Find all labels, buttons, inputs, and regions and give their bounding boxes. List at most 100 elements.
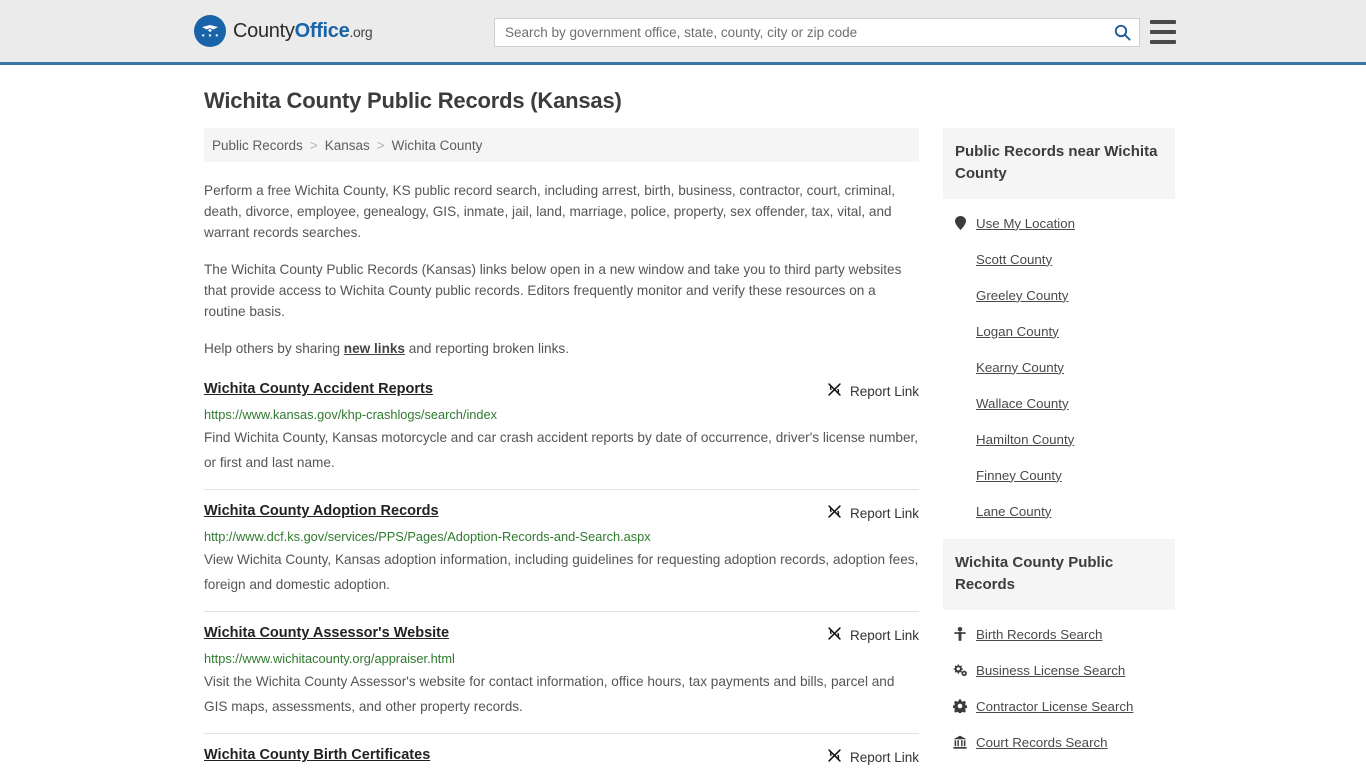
records-search-item[interactable]: Business License Search bbox=[953, 652, 1175, 688]
records-search-link[interactable]: Contractor License Search bbox=[976, 699, 1133, 714]
nearby-county-link[interactable]: Wallace County bbox=[976, 396, 1069, 411]
nearby-county-link[interactable]: Use My Location bbox=[976, 216, 1075, 231]
breadcrumb-separator: > bbox=[309, 137, 318, 153]
nearby-county-item[interactable]: Lane County bbox=[953, 493, 1175, 529]
result-header: Wichita County Birth Certificates Report … bbox=[204, 747, 919, 766]
gear-icon bbox=[953, 699, 967, 713]
result-title-link[interactable]: Wichita County Adoption Records bbox=[204, 503, 439, 519]
site-header: CountyOffice.org bbox=[0, 0, 1366, 65]
nearby-county-link[interactable]: Hamilton County bbox=[976, 432, 1074, 447]
report-link-button[interactable]: Report Link bbox=[827, 503, 919, 522]
result-description: View Wichita County, Kansas adoption inf… bbox=[204, 552, 919, 592]
breadcrumb-item-public-records[interactable]: Public Records bbox=[212, 138, 303, 153]
nearby-county-item[interactable]: Kearny County bbox=[953, 349, 1175, 385]
nearby-county-item[interactable]: Hamilton County bbox=[953, 421, 1175, 457]
search-icon bbox=[1114, 24, 1131, 41]
nearby-county-item[interactable]: Finney County bbox=[953, 457, 1175, 493]
records-panel-heading: Wichita County Public Records bbox=[943, 539, 1175, 610]
breadcrumb: Public Records > Kansas > Wichita County bbox=[204, 128, 919, 162]
result-title-link[interactable]: Wichita County Birth Certificates bbox=[204, 747, 430, 763]
broken-link-icon bbox=[827, 504, 842, 522]
report-link-button[interactable]: Report Link bbox=[827, 381, 919, 400]
result-header: Wichita County Accident Reports Report Li… bbox=[204, 381, 919, 400]
records-search-item[interactable]: Contractor License Search bbox=[953, 688, 1175, 724]
intro-paragraph-1: Perform a free Wichita County, KS public… bbox=[204, 183, 896, 240]
records-search-link[interactable]: Court Records Search bbox=[976, 735, 1108, 750]
nearby-county-item[interactable]: Scott County bbox=[953, 241, 1175, 277]
logo-wordmark: CountyOffice.org bbox=[233, 19, 373, 43]
result-item: Wichita County Accident Reports Report Li… bbox=[204, 381, 919, 489]
broken-link-icon bbox=[827, 748, 842, 766]
report-link-button[interactable]: Report Link bbox=[827, 747, 919, 766]
cogs-icon bbox=[953, 663, 967, 677]
result-url[interactable]: http://www.dcf.ks.gov/services/PPS/Pages… bbox=[204, 529, 919, 544]
records-search-item[interactable]: Court Records Search bbox=[953, 724, 1175, 760]
intro-paragraph-3: Help others by sharing new links and rep… bbox=[204, 338, 919, 359]
nearby-county-list: Use My Location Scott County Greeley Count… bbox=[943, 199, 1175, 529]
nearby-county-link[interactable]: Greeley County bbox=[976, 288, 1068, 303]
nearby-county-item[interactable]: Greeley County bbox=[953, 277, 1175, 313]
site-logo[interactable]: CountyOffice.org bbox=[194, 15, 373, 47]
nearby-county-link[interactable]: Kearny County bbox=[976, 360, 1064, 375]
report-link-label: Report Link bbox=[849, 749, 919, 765]
nearby-county-link[interactable]: Lane County bbox=[976, 504, 1051, 519]
records-search-item[interactable]: Birth Records Search bbox=[953, 616, 1175, 652]
result-title-link[interactable]: Wichita County Accident Reports bbox=[204, 381, 433, 397]
search-input[interactable] bbox=[495, 19, 1105, 46]
intro-text: Perform a free Wichita County, KS public… bbox=[204, 180, 919, 359]
eagle-shield-icon bbox=[194, 15, 226, 47]
breadcrumb-separator: > bbox=[376, 137, 385, 153]
records-search-list: Birth Records Search Business License Sea… bbox=[943, 610, 1175, 768]
nearby-county-item[interactable]: Use My Location bbox=[953, 205, 1175, 241]
new-links-link[interactable]: new links bbox=[344, 341, 405, 356]
records-search-link[interactable]: Business License Search bbox=[976, 663, 1125, 678]
report-link-button[interactable]: Report Link bbox=[827, 625, 919, 644]
result-header: Wichita County Assessor's Website Report … bbox=[204, 625, 919, 644]
search-bar[interactable] bbox=[494, 18, 1140, 47]
map-pin-icon bbox=[953, 216, 967, 230]
report-link-label: Report Link bbox=[849, 505, 919, 521]
page-body: Wichita County Public Records (Kansas) P… bbox=[0, 88, 1366, 768]
main-column: Public Records > Kansas > Wichita County… bbox=[204, 128, 919, 768]
county-records-panel: Wichita County Public Records Birth Reco… bbox=[943, 539, 1175, 768]
hamburger-menu-icon[interactable] bbox=[1150, 20, 1176, 44]
report-link-label: Report Link bbox=[849, 627, 919, 643]
courthouse-icon bbox=[953, 735, 967, 749]
logo-text-county: County bbox=[233, 19, 295, 42]
intro-p3-after: and reporting broken links. bbox=[405, 341, 569, 356]
broken-link-icon bbox=[827, 626, 842, 644]
content-row: Public Records > Kansas > Wichita County… bbox=[204, 128, 1366, 768]
result-description: Visit the Wichita County Assessor's webs… bbox=[204, 674, 895, 714]
logo-text-office: Office bbox=[294, 19, 350, 42]
result-item: Wichita County Assessor's Website Report … bbox=[204, 611, 919, 733]
logo-text-org: .org bbox=[349, 23, 373, 40]
records-search-item[interactable]: Criminal Records Search bbox=[953, 760, 1175, 768]
hamburger-bar bbox=[1150, 30, 1176, 34]
nearby-county-link[interactable]: Logan County bbox=[976, 324, 1059, 339]
search-button[interactable] bbox=[1105, 19, 1139, 46]
sidebar: Public Records near Wichita County Use M… bbox=[943, 128, 1175, 768]
breadcrumb-item-wichita-county[interactable]: Wichita County bbox=[392, 138, 483, 153]
results-list: Wichita County Accident Reports Report Li… bbox=[204, 381, 919, 768]
hamburger-bar bbox=[1150, 20, 1176, 24]
hamburger-bar bbox=[1150, 40, 1176, 44]
nearby-panel-heading: Public Records near Wichita County bbox=[943, 128, 1175, 199]
nearby-county-item[interactable]: Wallace County bbox=[953, 385, 1175, 421]
nearby-county-link[interactable]: Scott County bbox=[976, 252, 1052, 267]
result-item: Wichita County Adoption Records Report Li… bbox=[204, 489, 919, 611]
result-title-link[interactable]: Wichita County Assessor's Website bbox=[204, 625, 449, 641]
nearby-county-item[interactable]: Logan County bbox=[953, 313, 1175, 349]
records-search-link[interactable]: Birth Records Search bbox=[976, 627, 1102, 642]
nearby-records-panel: Public Records near Wichita County Use M… bbox=[943, 128, 1175, 529]
page-title: Wichita County Public Records (Kansas) bbox=[204, 88, 622, 113]
result-url[interactable]: https://www.wichitacounty.org/appraiser.… bbox=[204, 651, 919, 666]
breadcrumb-item-kansas[interactable]: Kansas bbox=[325, 138, 370, 153]
result-item: Wichita County Birth Certificates Report … bbox=[204, 733, 919, 768]
result-header: Wichita County Adoption Records Report Li… bbox=[204, 503, 919, 522]
nearby-county-link[interactable]: Finney County bbox=[976, 468, 1062, 483]
report-link-label: Report Link bbox=[849, 383, 919, 399]
result-description: Find Wichita County, Kansas motorcycle a… bbox=[204, 430, 919, 470]
result-url[interactable]: https://www.kansas.gov/khp-crashlogs/sea… bbox=[204, 407, 919, 422]
broken-link-icon bbox=[827, 382, 842, 400]
intro-p3-before: Help others by sharing bbox=[204, 341, 344, 356]
